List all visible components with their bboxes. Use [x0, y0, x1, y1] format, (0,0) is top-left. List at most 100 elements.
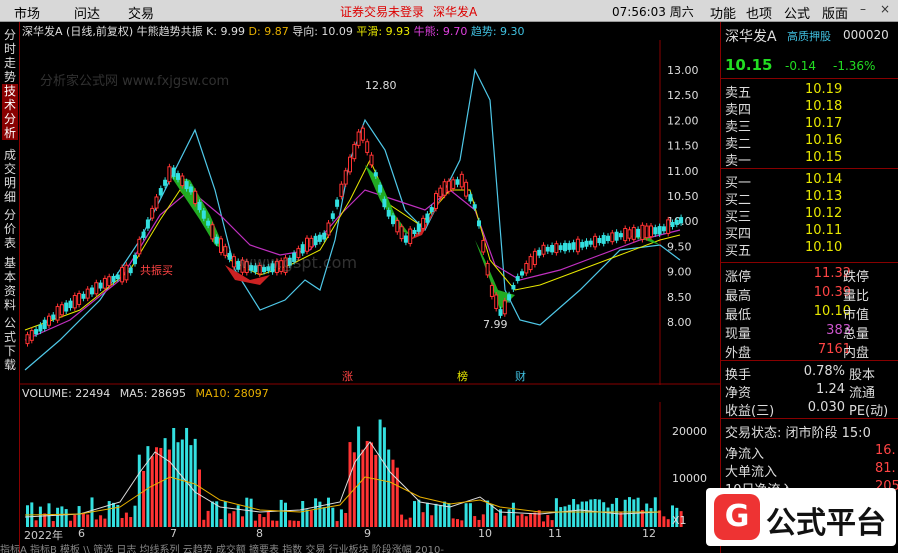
candle-body — [210, 224, 215, 240]
stat-row: 收益(三) 0.030 PE(动) — [725, 400, 895, 419]
candle-body — [382, 198, 387, 208]
stat-label: 最低 — [725, 308, 752, 323]
high-price-label: 12.80 — [365, 79, 397, 92]
candle-body — [558, 245, 563, 250]
volume-chart[interactable]: 20000 10000 X1 — [20, 402, 720, 527]
candle-body — [399, 226, 404, 240]
bid-price: 10.14 — [805, 172, 843, 187]
volume-bar — [309, 510, 313, 527]
candle-body — [90, 287, 94, 295]
price-axis-label: 13.00 — [667, 64, 699, 77]
menu-layout[interactable]: 版面 — [822, 3, 848, 22]
menu-trade[interactable]: 交易 — [128, 3, 154, 22]
stock-notice: 深华发A — [433, 5, 478, 19]
candle-body — [176, 173, 180, 180]
menu-options[interactable]: 也项 — [746, 3, 772, 22]
volume-bar — [266, 511, 270, 527]
buy-signal-label: 共振买 — [140, 263, 173, 277]
volume-bar — [443, 501, 447, 527]
price-axis-label: 11.50 — [667, 140, 699, 153]
candle-body — [193, 190, 198, 205]
bid-row[interactable]: 买三 10.12 — [725, 206, 895, 225]
bid-row[interactable]: 买四 10.11 — [725, 223, 895, 242]
date-dec: 12 — [642, 527, 656, 540]
volume-bar — [241, 516, 244, 527]
tab-price-table[interactable]: 分价表 — [2, 208, 18, 250]
menu-market[interactable]: 市场 — [14, 3, 40, 22]
ask-row[interactable]: 卖三 10.17 — [725, 116, 895, 135]
candle-body — [674, 219, 679, 225]
indicator-smooth: 平滑: 9.93 — [356, 25, 411, 38]
candle-body — [154, 196, 159, 209]
close-icon[interactable]: × — [880, 2, 894, 18]
bid-row[interactable]: 买二 10.13 — [725, 189, 895, 208]
candle-body — [386, 210, 391, 217]
volume-bar — [202, 519, 206, 527]
event-label-finance: 财 — [515, 369, 526, 383]
bid-row[interactable]: 买一 10.14 — [725, 172, 895, 191]
candle-body — [330, 213, 335, 219]
volume-bar — [593, 499, 597, 527]
ask-price: 10.18 — [805, 99, 843, 114]
minimize-icon[interactable]: – — [860, 2, 874, 18]
divider — [721, 168, 898, 169]
volume-bar — [34, 520, 38, 527]
volume-bar — [150, 456, 154, 527]
volume-bar — [94, 519, 98, 527]
menu-function[interactable]: 功能 — [710, 3, 736, 22]
tab-tech-analysis[interactable]: 技术分析 — [2, 84, 18, 140]
footer-tabs[interactable]: 指标A 指标B 模板 \\ 筛选 日志 均线系列 云趋势 成交额 摘要表 指数 … — [0, 541, 720, 553]
menu-wenda[interactable]: 问达 — [74, 3, 100, 22]
candle-body — [614, 231, 619, 241]
candle-body — [137, 238, 142, 255]
volume-bar — [417, 499, 421, 527]
tab-trade-detail[interactable]: 成交明细 — [2, 148, 18, 204]
candle-body — [352, 144, 357, 160]
volume-bar — [56, 507, 60, 527]
volume-bar — [374, 454, 378, 527]
volume-bar — [249, 498, 253, 527]
volume-bar — [559, 507, 563, 527]
ask-row[interactable]: 卖一 10.15 — [725, 150, 895, 169]
tab-basic-info[interactable]: 基本资料 — [2, 256, 18, 312]
candle-body — [72, 294, 77, 309]
stat-label: 外盘 — [725, 346, 752, 361]
candle-body — [339, 183, 344, 197]
candle-body — [64, 302, 69, 312]
ask-row[interactable]: 卖四 10.18 — [725, 99, 895, 118]
candle-body — [481, 240, 486, 253]
volume-ma5-line — [24, 441, 661, 518]
login-notice[interactable]: 证券交易未登录 — [340, 3, 424, 20]
tab-formula-download[interactable]: 公式下载 — [2, 316, 18, 372]
candle-body — [532, 250, 537, 265]
volume-bar — [494, 512, 498, 527]
candle-body — [236, 260, 241, 270]
stat-row: 换手 0.78% 股本 — [725, 364, 895, 383]
candle-body — [343, 170, 348, 185]
indicator-name[interactable]: 牛熊趋势共振 — [137, 25, 203, 38]
ask-row[interactable]: 卖五 10.19 — [725, 82, 895, 101]
volume-bar — [137, 454, 141, 527]
flow-value: 81. — [875, 461, 896, 476]
bid-label: 买五 — [725, 244, 752, 259]
candle-body — [528, 256, 533, 271]
chart-mode[interactable]: (日线,前复权) — [66, 25, 133, 38]
clock: 07:56:03 周六 — [612, 5, 694, 19]
candle-body — [446, 180, 451, 192]
candle-body — [472, 204, 477, 209]
ask-row[interactable]: 卖二 10.16 — [725, 133, 895, 152]
candle-body — [365, 141, 370, 153]
menu-formula[interactable]: 公式 — [784, 3, 810, 22]
candle-body — [309, 237, 314, 248]
stat-label-right: 内盘 — [843, 346, 870, 361]
tab-timeshare[interactable]: 分时走势 — [2, 28, 18, 84]
candle-body — [227, 252, 232, 260]
divider — [721, 418, 898, 419]
candle-body — [636, 228, 641, 237]
candle-body — [145, 219, 150, 229]
volume-bar — [176, 442, 180, 527]
candle-body — [391, 215, 395, 225]
stat-label: 涨停 — [725, 270, 752, 285]
bid-row[interactable]: 买五 10.10 — [725, 240, 895, 259]
candlestick-chart[interactable]: 13.0012.5012.0011.5011.0010.5010.009.509… — [20, 40, 720, 385]
